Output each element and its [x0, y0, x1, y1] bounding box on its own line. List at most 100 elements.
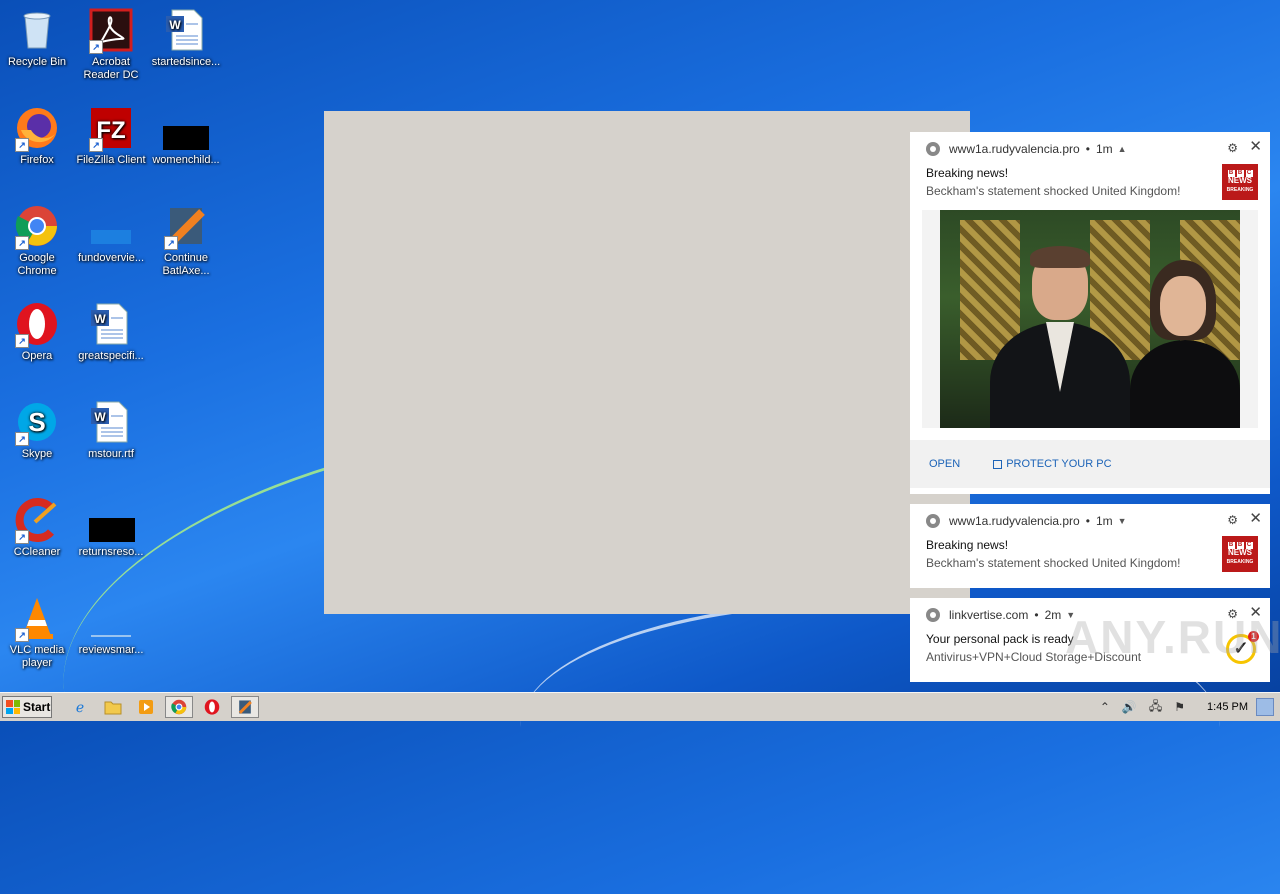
desktop-icon-acrobat[interactable]: ↗ Acrobat Reader DC [74, 8, 148, 82]
clock[interactable]: 1:45 PM [1207, 701, 1248, 713]
desktop-icon-returnsreso[interactable]: returnsreso... [74, 498, 148, 559]
desktop-icon-greatspecifi[interactable]: W greatspecifi... [74, 302, 148, 363]
acrobat-icon: ↗ [89, 8, 133, 54]
media-player-icon[interactable] [132, 696, 160, 718]
svg-text:W: W [94, 312, 106, 326]
notification-message: Beckham's statement shocked United Kingd… [926, 184, 1181, 198]
filezilla-icon: FZ ↗ [89, 106, 133, 152]
redacted-icon [89, 498, 135, 542]
shortcut-arrow-icon: ↗ [89, 40, 103, 54]
chrome-taskbar-icon[interactable] [165, 696, 193, 718]
notification-image [922, 210, 1258, 428]
volume-icon[interactable]: 🔊 [1122, 700, 1137, 714]
protect-your-pc-button[interactable]: PROTECT YOUR PC [1006, 458, 1111, 470]
word-document-icon: W [89, 302, 133, 346]
separator-dot: • [1085, 514, 1090, 528]
file-explorer-icon[interactable] [99, 696, 127, 718]
show-hidden-icons-icon[interactable]: ⌃ [1100, 700, 1110, 714]
notification-header: www1a.rudyvalencia.pro • 1m ▲ [910, 132, 1270, 166]
shortcut-arrow-icon: ↗ [164, 236, 178, 250]
desktop-icon-womenchild[interactable]: womenchild... [149, 106, 223, 167]
desktop-icon-fundovervie[interactable]: fundovervie... [74, 204, 148, 265]
desktop-icon-label: womenchild... [152, 154, 220, 166]
close-icon[interactable]: ✕ [1249, 137, 1262, 155]
close-icon[interactable]: ✕ [1249, 603, 1262, 621]
network-icon[interactable]: 🖧 [1149, 697, 1162, 718]
windows-logo-icon [6, 700, 20, 714]
windows-logo-quadrant [6, 707, 13, 714]
desktop-icon-continue-batlaxe[interactable]: ↗ Continue BatlAxe... [149, 204, 223, 278]
svg-text:S: S [28, 407, 45, 437]
batlaxe-taskbar-icon[interactable] [231, 696, 259, 718]
notification-actions: OPEN PROTECT YOUR PC [910, 440, 1270, 488]
desktop-icon-label: Opera [21, 350, 53, 362]
show-desktop-button[interactable] [1256, 698, 1274, 716]
photo-woman [1130, 260, 1240, 428]
close-icon[interactable]: ✕ [1249, 509, 1262, 527]
redacted-block [163, 126, 209, 150]
desktop-icon-filezilla[interactable]: FZ ↗ FileZilla Client [74, 106, 148, 167]
chevron-down-icon[interactable]: ▼ [1066, 610, 1075, 620]
open-button[interactable]: OPEN [929, 458, 960, 470]
desktop-icon-label: CCleaner [13, 546, 61, 558]
desktop-icon-google-chrome[interactable]: ↗ Google Chrome [0, 204, 74, 278]
gear-icon[interactable]: ⚙ [1227, 513, 1238, 527]
notification-time: 1m [1095, 514, 1113, 528]
notification-linkvertise[interactable]: linkvertise.com • 2m ▼ ⚙ ✕ ✓ 1 Your perso… [910, 598, 1270, 682]
desktop-icon-label: Continue BatlAxe... [162, 252, 210, 277]
chevron-down-icon[interactable]: ▼ [1118, 516, 1127, 526]
desktop-icon-skype[interactable]: S ↗ Skype [0, 400, 74, 461]
chrome-icon [926, 142, 940, 156]
notification-breaking-news[interactable]: www1a.rudyvalencia.pro • 1m ▼ ⚙ ✕ BBC NE… [910, 504, 1270, 588]
desktop-icon-label: greatspecifi... [78, 350, 144, 362]
taskbar: Start ℯ ⌃ 🔊 🖧 ⚑ 1:45 PM [0, 692, 1280, 721]
notification-header: linkvertise.com • 2m ▼ [910, 598, 1270, 632]
shortcut-arrow-icon: ↗ [15, 236, 29, 250]
internet-explorer-icon[interactable]: ℯ [66, 696, 94, 718]
bbc-logo-news: NEWS [1228, 176, 1252, 185]
desktop-icon-firefox[interactable]: ↗ Firefox [0, 106, 74, 167]
norton-check-icon: ✓ 1 [1226, 631, 1259, 664]
desktop-icon-opera[interactable]: ↗ Opera [0, 302, 74, 363]
ccleaner-icon: ↗ [15, 498, 59, 544]
gear-icon[interactable]: ⚙ [1227, 141, 1238, 155]
bbc-news-logo: BBC NEWS BREAKING [1222, 536, 1258, 572]
opera-taskbar-icon[interactable] [198, 696, 226, 718]
word-document-icon: W [89, 400, 133, 444]
firefox-icon: ↗ [15, 106, 59, 152]
bbc-news-logo: BBC NEWS BREAKING [1222, 164, 1258, 200]
desktop-icon-vlc[interactable]: ↗ VLC media player [0, 596, 74, 670]
desktop-icon-ccleaner[interactable]: ↗ CCleaner [0, 498, 74, 559]
notification-title: Your personal pack is ready [926, 632, 1074, 646]
system-tray: ⌃ 🔊 🖧 ⚑ 1:45 PM [1094, 693, 1280, 721]
start-button[interactable]: Start [2, 696, 52, 718]
batlaxe-icon: ↗ [164, 204, 208, 250]
photo-dress [1130, 340, 1240, 428]
windows-logo-quadrant [6, 700, 13, 707]
desktop-icon-reviewsmar[interactable]: reviewsmar... [74, 596, 148, 657]
photo-man [990, 246, 1130, 428]
shortcut-arrow-icon: ↗ [15, 138, 29, 152]
blank-window[interactable] [324, 111, 970, 614]
notification-title: Breaking news! [926, 166, 1009, 180]
desktop-icon-recycle-bin[interactable]: Recycle Bin [0, 8, 74, 69]
notification-breaking-news-expanded[interactable]: www1a.rudyvalencia.pro • 1m ▲ ⚙ ✕ BBC NE… [910, 132, 1270, 494]
windows-logo-quadrant [13, 707, 20, 714]
word-document-icon: W [164, 8, 208, 52]
start-label: Start [23, 700, 51, 714]
vlc-cone-icon: ↗ [15, 596, 59, 642]
svg-text:W: W [94, 410, 106, 424]
recycle-bin-icon [15, 8, 59, 52]
shortcut-arrow-icon: ↗ [15, 628, 29, 642]
desktop-icon-mstour[interactable]: W mstour.rtf [74, 400, 148, 461]
chevron-up-icon[interactable]: ▲ [1118, 144, 1127, 154]
action-center-flag-icon[interactable]: ⚑ [1174, 700, 1185, 714]
desktop-icon-label: FileZilla Client [76, 154, 146, 166]
desktop-icon-startedsince[interactable]: W startedsince... [149, 8, 223, 69]
folder-icon [89, 596, 133, 640]
chrome-icon [926, 608, 940, 622]
desktop-icon-label: mstour.rtf [88, 448, 134, 460]
shortcut-arrow-icon: ↗ [15, 530, 29, 544]
notification-source: linkvertise.com [949, 608, 1029, 622]
gear-icon[interactable]: ⚙ [1227, 607, 1238, 621]
